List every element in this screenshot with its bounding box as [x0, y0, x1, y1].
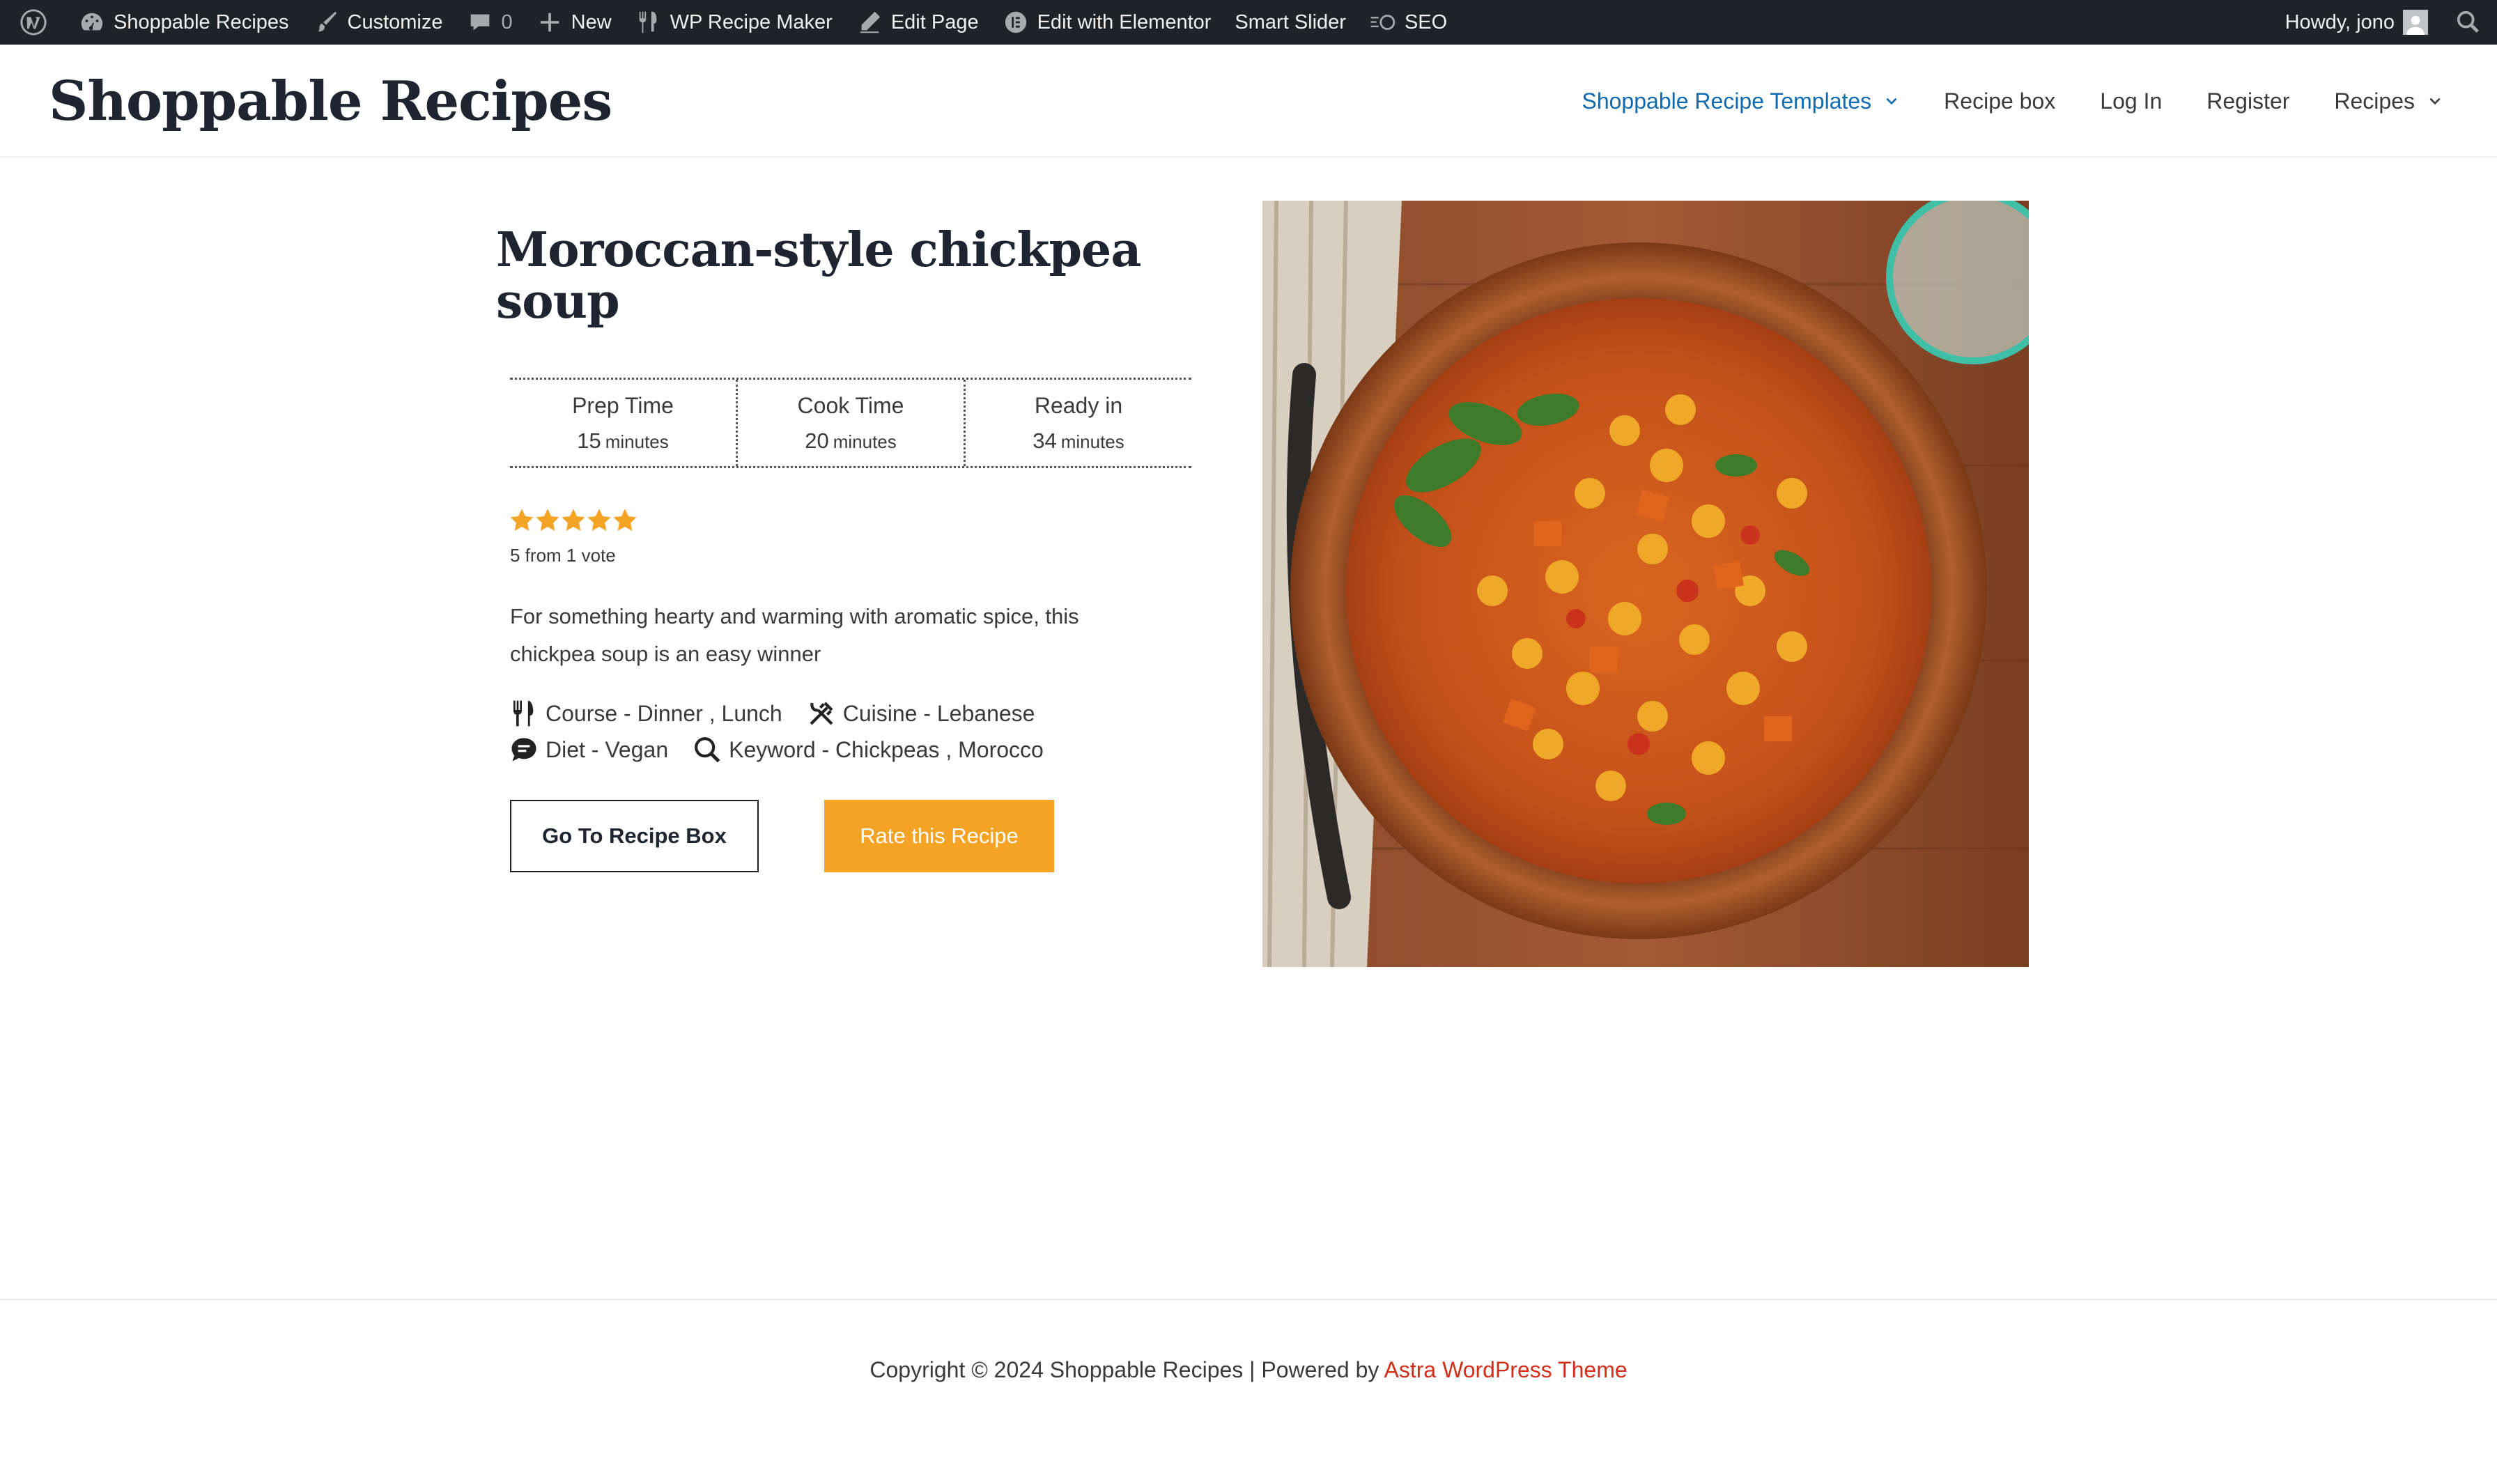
wordpress-logo-button[interactable] — [8, 0, 67, 45]
rate-recipe-button[interactable]: Rate this Recipe — [824, 800, 1054, 872]
chevron-down-icon — [2429, 98, 2441, 105]
course-label: Course - Dinner , Lunch — [546, 700, 782, 726]
site-footer: Copyright © 2024 Shoppable Recipes | Pow… — [0, 1299, 2497, 1484]
copyright-text: Copyright © 2024 Shoppable Recipes | Pow… — [0, 1357, 2497, 1383]
nav-item-register[interactable]: Register — [2206, 88, 2289, 114]
recipe-tags-row-1: Course - Dinner , Lunch Cuisine - Lebane… — [510, 700, 1060, 727]
time-value: 15 — [577, 428, 601, 453]
recipe-tags-row-2: Diet - Vegan Keyword - Chickpeas , Moroc… — [510, 736, 1069, 764]
utensils-icon — [513, 700, 534, 727]
rating-votes: 5 from 1 vote — [510, 545, 616, 566]
time-label: Cook Time — [797, 392, 904, 418]
search-icon — [695, 737, 720, 763]
nav-item-shoppable-recipe-templates[interactable]: Shoppable Recipe Templates — [1582, 88, 1899, 114]
time-value: 34 — [1033, 428, 1057, 453]
admin-customize-link[interactable]: Customize — [301, 0, 455, 45]
site-title[interactable]: Shoppable Recipes — [49, 70, 612, 133]
admin-site-label: Shoppable Recipes — [114, 10, 289, 33]
utensils-icon — [639, 11, 657, 33]
admin-comments-link[interactable]: 0 — [455, 0, 525, 45]
admin-edit-page-label: Edit Page — [890, 10, 979, 33]
admin-bar: Shoppable Recipes Customize 0 New WP Rec… — [0, 0, 2497, 45]
prep-time: Prep Time 15 minutes — [510, 380, 736, 466]
nav-item-label: Recipe box — [1944, 88, 2056, 114]
star-icon[interactable] — [509, 507, 535, 534]
admin-smart-slider-link[interactable]: Smart Slider — [1223, 0, 1358, 45]
main-navigation: Shoppable Recipe Templates Recipe box Lo… — [1537, 45, 2443, 157]
comment-icon — [470, 14, 489, 31]
plus-icon — [540, 13, 559, 32]
time-label: Ready in — [1034, 392, 1123, 418]
admin-edit-page-link[interactable]: Edit Page — [844, 0, 991, 45]
admin-account-link[interactable]: Howdy, jono — [2273, 0, 2440, 45]
nav-item-label: Log In — [2100, 88, 2163, 114]
diet-label: Diet - Vegan — [546, 736, 669, 762]
nav-item-recipes[interactable]: Recipes — [2334, 88, 2443, 114]
nav-item-label: Shoppable Recipe Templates — [1582, 88, 1872, 114]
cuisine-label: Cuisine - Lebanese — [842, 700, 1035, 726]
admin-site-link[interactable]: Shoppable Recipes — [67, 0, 301, 45]
time-value: 20 — [805, 428, 829, 453]
admin-howdy-label: Howdy, jono — [2285, 10, 2395, 33]
time-unit: minutes — [1060, 431, 1124, 452]
admin-new-link[interactable]: New — [525, 0, 624, 45]
admin-seo-link[interactable]: SEO — [1358, 0, 1459, 45]
recipe-times: Prep Time 15 minutes Cook Time 20 minutes … — [510, 378, 1191, 468]
admin-seo-label: SEO — [1404, 10, 1448, 33]
time-unit: minutes — [605, 431, 669, 452]
seo-icon — [1370, 15, 1396, 30]
admin-smart-slider-label: Smart Slider — [1235, 10, 1346, 33]
admin-comments-count: 0 — [501, 10, 513, 33]
site-header: Shoppable Recipes Shoppable Recipe Templ… — [0, 45, 2497, 157]
keyword-tag: Keyword - Chickpeas , Morocco — [693, 736, 1044, 764]
keyword-label: Keyword - Chickpeas , Morocco — [729, 736, 1044, 762]
admin-customize-label: Customize — [347, 10, 443, 33]
chevron-down-icon — [1886, 98, 1897, 105]
recipe-title: Moroccan-style chickpea soup — [496, 222, 1141, 330]
course-tag: Course - Dinner , Lunch — [510, 700, 782, 727]
admin-new-label: New — [571, 10, 612, 33]
admin-elementor-link[interactable]: Edit with Elementor — [991, 0, 1223, 45]
wordpress-icon — [20, 9, 47, 36]
pencil-icon — [860, 11, 881, 33]
admin-elementor-label: Edit with Elementor — [1037, 10, 1212, 33]
star-icon[interactable] — [560, 507, 587, 534]
time-label: Prep Time — [572, 392, 674, 418]
recipe-photo — [1262, 201, 2029, 967]
time-value-row: 34 minutes — [1033, 428, 1124, 454]
search-icon — [2457, 10, 2479, 33]
time-value-row: 15 minutes — [577, 428, 669, 454]
rating-stars[interactable] — [509, 507, 637, 534]
time-unit: minutes — [833, 431, 897, 452]
elementor-icon — [1005, 11, 1026, 33]
time-value-row: 20 minutes — [805, 428, 897, 454]
nav-item-label: Recipes — [2334, 88, 2415, 114]
nav-item-label: Register — [2206, 88, 2290, 114]
copyright-label: Copyright © 2024 Shoppable Recipes | Pow… — [869, 1357, 1384, 1382]
astra-theme-link[interactable]: Astra WordPress Theme — [1384, 1357, 1627, 1382]
avatar — [2403, 10, 2428, 35]
admin-search-button[interactable] — [2440, 0, 2497, 45]
admin-wprm-label: WP Recipe Maker — [670, 10, 833, 33]
recipe-summary: For something hearty and warming with ar… — [510, 604, 1079, 666]
star-icon[interactable] — [612, 507, 638, 534]
ready-in-time: Ready in 34 minutes — [964, 380, 1191, 466]
star-icon[interactable] — [586, 507, 612, 534]
cuisine-tag: Cuisine - Lebanese — [807, 700, 1035, 727]
star-icon[interactable] — [534, 507, 561, 534]
go-to-recipe-box-button[interactable]: Go To Recipe Box — [510, 800, 759, 872]
crossed-utensils-icon — [810, 702, 833, 725]
admin-wprm-link[interactable]: WP Recipe Maker — [624, 0, 844, 45]
nav-item-recipe-box[interactable]: Recipe box — [1944, 88, 2055, 114]
nav-item-log-in[interactable]: Log In — [2100, 88, 2162, 114]
brush-icon — [318, 11, 337, 32]
user-avatar-icon — [2406, 15, 2425, 35]
soup-bowl-image — [1262, 201, 2029, 967]
cook-time: Cook Time 20 minutes — [736, 380, 964, 466]
diet-tag: Diet - Vegan — [510, 736, 668, 764]
chat-bubble-icon — [511, 738, 536, 762]
dashboard-icon — [81, 13, 103, 31]
